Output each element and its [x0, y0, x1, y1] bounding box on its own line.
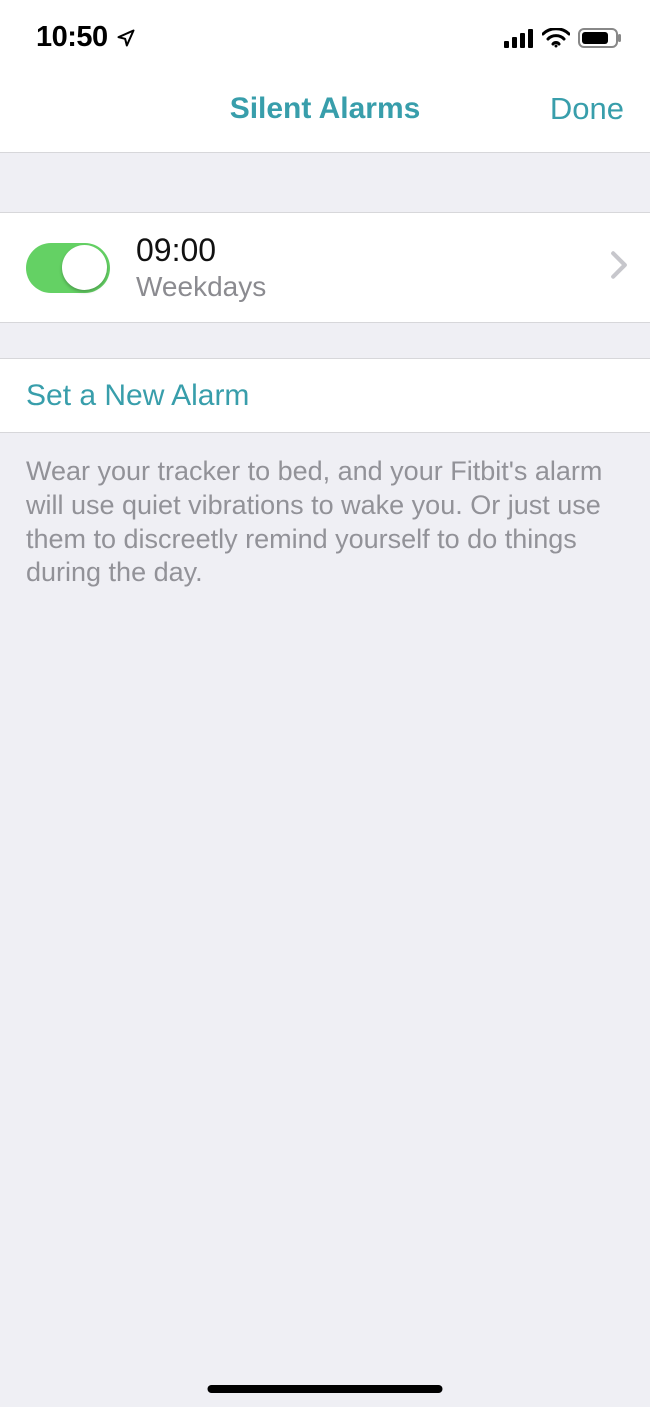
- navigation-bar: Silent Alarms Done: [0, 65, 650, 153]
- section-gap: [0, 153, 650, 213]
- alarm-toggle[interactable]: [26, 243, 110, 293]
- alarm-row[interactable]: 09:00 Weekdays: [0, 213, 650, 323]
- status-left: 10:50: [36, 21, 136, 54]
- alarm-time: 09:00: [136, 232, 584, 269]
- page-title: Silent Alarms: [230, 92, 421, 126]
- cellular-icon: [504, 28, 534, 48]
- home-indicator[interactable]: [208, 1385, 443, 1393]
- status-right: [504, 28, 622, 48]
- set-new-alarm-label: Set a New Alarm: [26, 379, 249, 413]
- wifi-icon: [542, 28, 570, 48]
- chevron-right-icon: [610, 251, 628, 284]
- status-time: 10:50: [36, 21, 108, 54]
- status-bar: 10:50: [0, 0, 650, 65]
- location-icon: [116, 28, 136, 48]
- footer-description: Wear your tracker to bed, and your Fitbi…: [0, 433, 650, 590]
- alarm-text: 09:00 Weekdays: [136, 232, 584, 303]
- battery-icon: [578, 28, 622, 48]
- section-gap: [0, 323, 650, 359]
- alarm-days: Weekdays: [136, 271, 584, 303]
- set-new-alarm-button[interactable]: Set a New Alarm: [0, 359, 650, 433]
- done-button[interactable]: Done: [550, 91, 624, 127]
